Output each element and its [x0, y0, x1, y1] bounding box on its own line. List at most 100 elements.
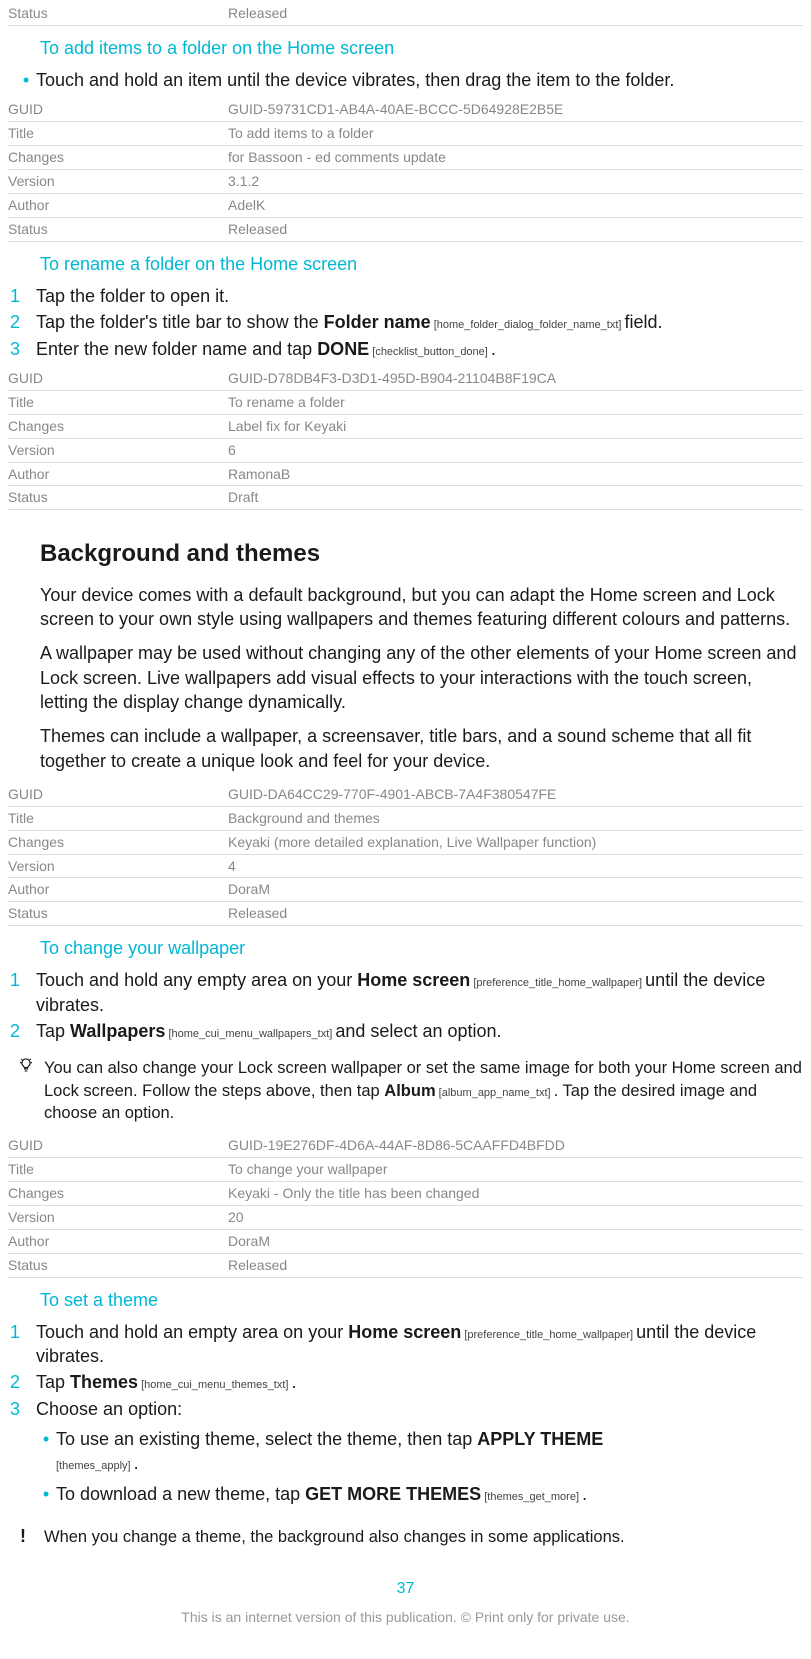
meta-key: Title [8, 390, 228, 414]
meta-val: GUID-19E276DF-4D6A-44AF-8D86-5CAAFFD4BFD… [228, 1134, 803, 1157]
meta-val: GUID-59731CD1-AB4A-40AE-BCCC-5D64928E2B5… [228, 98, 803, 121]
ref-tag: [home_folder_dialog_folder_name_txt] [431, 319, 625, 331]
meta-val: To add items to a folder [228, 122, 803, 146]
meta-val: Released [228, 1253, 803, 1277]
meta-key: Author [8, 194, 228, 218]
ui-label: Home screen [348, 1322, 461, 1342]
ref-tag: [home_cui_menu_wallpapers_txt] [165, 1028, 335, 1040]
page-content: StatusReleased To add items to a folder … [8, 2, 803, 1659]
ui-label: GET MORE THEMES [305, 1484, 481, 1504]
meta-val: Released [228, 902, 803, 926]
tip-text: You can also change your Lock screen wal… [44, 1057, 803, 1124]
paragraph: Your device comes with a default backgro… [40, 583, 803, 632]
meta-val: Draft [228, 486, 803, 510]
ref-tag: [themes_apply] [56, 1460, 134, 1472]
text-fragment: Choose an option: [36, 1397, 803, 1421]
text-fragment: Tap the folder's title bar to show the [36, 312, 324, 332]
footer-text: This is an internet version of this publ… [8, 1608, 803, 1627]
meta-val: 6 [228, 438, 803, 462]
text-fragment: Tap [36, 1372, 70, 1392]
ref-tag: [home_cui_menu_themes_txt] [138, 1379, 291, 1391]
step-number: 1 [8, 968, 36, 1017]
section-title-set-theme: To set a theme [40, 1288, 803, 1312]
text-fragment: To download a new theme, tap [56, 1484, 305, 1504]
step-number: 3 [8, 337, 36, 361]
meta-key: Author [8, 462, 228, 486]
ui-label: Home screen [357, 970, 470, 990]
meta-key: Status [8, 902, 228, 926]
step-number: 2 [8, 1019, 36, 1043]
meta-key: Version [8, 854, 228, 878]
ui-label: Wallpapers [70, 1021, 165, 1041]
bullet-icon: • [16, 68, 36, 92]
step-number: 2 [8, 310, 36, 334]
text-fragment: Tap [36, 1021, 70, 1041]
step-item: 2Tap Wallpapers [home_cui_menu_wallpaper… [8, 1019, 803, 1043]
meta-val: To rename a folder [228, 390, 803, 414]
meta-key: Version [8, 170, 228, 194]
meta-val: Keyaki - Only the title has been changed [228, 1181, 803, 1205]
exclamation-icon: ! [20, 1526, 44, 1548]
text-fragment: . [292, 1372, 297, 1392]
steps-wallpaper: 1Touch and hold any empty area on your H… [8, 968, 803, 1043]
step-item: 2Tap the folder's title bar to show the … [8, 310, 803, 334]
meta-val: Label fix for Keyaki [228, 414, 803, 438]
meta-table-1: GUIDGUID-59731CD1-AB4A-40AE-BCCC-5D64928… [8, 98, 803, 241]
ref-tag: [album_app_name_txt] [436, 1087, 554, 1099]
step-text: Tap the folder to open it. [36, 284, 803, 308]
meta-key: Status [8, 1253, 228, 1277]
meta-key: GUID [8, 367, 228, 390]
step-number: 1 [8, 284, 36, 308]
lightbulb-icon [18, 1057, 44, 1124]
ui-label: Album [384, 1082, 435, 1100]
meta-key: Author [8, 878, 228, 902]
meta-val: Released [228, 2, 803, 25]
text-fragment: . [582, 1484, 587, 1504]
paragraph: A wallpaper may be used without changing… [40, 641, 803, 714]
text-fragment: . [491, 339, 496, 359]
ui-label: DONE [317, 339, 369, 359]
meta-key: Title [8, 122, 228, 146]
meta-val: 20 [228, 1205, 803, 1229]
meta-key: Status [8, 2, 228, 25]
meta-key: Version [8, 438, 228, 462]
meta-val: 4 [228, 854, 803, 878]
bullet-text: Touch and hold an item until the device … [36, 68, 803, 92]
bullet-icon: • [36, 1482, 56, 1506]
steps-theme: 1Touch and hold an empty area on your Ho… [8, 1320, 803, 1512]
step-text: Choose an option: • To use an existing t… [36, 1397, 803, 1512]
meta-key: Status [8, 217, 228, 241]
meta-table-2: GUIDGUID-D78DB4F3-D3D1-495D-B904-21104B8… [8, 367, 803, 510]
meta-val: DoraM [228, 878, 803, 902]
meta-key: GUID [8, 98, 228, 121]
bullet-icon: • [36, 1427, 56, 1476]
bullet-text: To download a new theme, tap GET MORE TH… [56, 1482, 803, 1506]
meta-table-3: GUIDGUID-DA64CC29-770F-4901-ABCB-7A4F380… [8, 783, 803, 926]
meta-val: DoraM [228, 1229, 803, 1253]
step-item: 2Tap Themes [home_cui_menu_themes_txt] . [8, 1370, 803, 1394]
ref-tag: [checklist_button_done] [369, 346, 491, 358]
meta-val: AdelK [228, 194, 803, 218]
meta-key: Status [8, 486, 228, 510]
step-number: 1 [8, 1320, 36, 1369]
page-number: 37 [8, 1578, 803, 1600]
heading-background-themes: Background and themes [40, 538, 803, 570]
bullet-item: • Touch and hold an item until the devic… [16, 68, 803, 92]
section-title-add-items: To add items to a folder on the Home scr… [40, 36, 803, 60]
step-item: 3 Choose an option: • To use an existing… [8, 1397, 803, 1512]
bullet-text: To use an existing theme, select the the… [56, 1427, 803, 1476]
ui-label: Themes [70, 1372, 138, 1392]
meta-table-0: StatusReleased [8, 2, 803, 26]
step-number: 2 [8, 1370, 36, 1394]
meta-val: for Bassoon - ed comments update [228, 146, 803, 170]
section-title-rename-folder: To rename a folder on the Home screen [40, 252, 803, 276]
text-fragment: To use an existing theme, select the the… [56, 1429, 477, 1449]
step-text: Tap Themes [home_cui_menu_themes_txt] . [36, 1370, 803, 1394]
text-fragment: field. [625, 312, 663, 332]
meta-key: GUID [8, 783, 228, 806]
ui-label: Folder name [324, 312, 431, 332]
step-item: 3Enter the new folder name and tap DONE … [8, 337, 803, 361]
bullet-item: • To download a new theme, tap GET MORE … [36, 1482, 803, 1506]
step-number: 3 [8, 1397, 36, 1512]
step-item: 1Tap the folder to open it. [8, 284, 803, 308]
